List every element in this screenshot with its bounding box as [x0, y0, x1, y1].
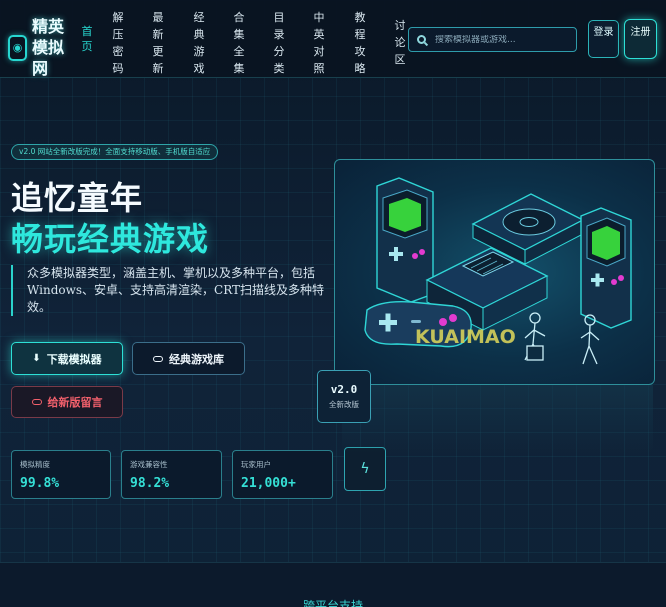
nav-item-classic[interactable]: 经典游戏 — [192, 9, 206, 77]
nav-item-tutorials[interactable]: 教程攻略 — [353, 9, 367, 77]
search-icon — [417, 35, 426, 44]
nav-item-forum[interactable]: 讨论区 — [393, 17, 407, 68]
leave-message-button[interactable]: 给新版留言 — [11, 386, 123, 418]
handheld-console-left — [376, 177, 434, 303]
gamepad-icon — [153, 355, 163, 362]
library-label: 经典游戏库 — [169, 352, 224, 366]
kuaimao-watermark: KUAIMAO — [415, 326, 516, 348]
player-figures — [524, 312, 600, 365]
download-icon: ⬇ — [32, 353, 41, 364]
watermark-text: KUAIMAO — [415, 326, 516, 348]
message-label: 给新版留言 — [47, 396, 103, 409]
handheld-console-right — [580, 207, 632, 329]
hero-image-reflection — [342, 385, 653, 453]
logo-text: 精英模拟网 — [32, 17, 65, 78]
top-navbar: ◉ 精英模拟网 首页 解压密码 最新更新 经典游戏 合集全集 目录分类 中英对照… — [0, 0, 666, 78]
gamepad-icon — [31, 399, 42, 405]
nav-item-bilingual[interactable]: 中英对照 — [312, 9, 326, 77]
stat-value: 98.2% — [130, 476, 170, 491]
stat-value: 21,000+ — [241, 476, 296, 491]
nav-item-password[interactable]: 解压密码 — [111, 9, 125, 77]
gamepad-icon: ◉ — [8, 34, 27, 61]
version-number: v2.0 — [330, 383, 358, 396]
search-input[interactable] — [435, 34, 575, 45]
stat-label: 模拟精度 — [20, 460, 50, 469]
version-label: 全新改版 — [329, 400, 359, 409]
stat-card-compatibility: 游戏兼容性 98.2% — [121, 450, 222, 499]
stat-value: 99.8% — [20, 476, 60, 491]
search-box[interactable] — [408, 27, 577, 52]
nav-item-latest[interactable]: 最新更新 — [151, 9, 165, 77]
game-library-button[interactable]: 经典游戏库 — [132, 342, 245, 375]
retro-consoles-illustration: KUAIMAO — [364, 177, 632, 365]
announcement-badge: v2.0 网站全新改版完成！全面支持移动版、手机版自适应 — [11, 144, 219, 160]
nav-item-categories[interactable]: 目录分类 — [272, 9, 286, 77]
stat-label: 玩家用户 — [241, 460, 271, 469]
stat-label: 游戏兼容性 — [130, 460, 168, 469]
hero-title-line2: 畅玩经典游戏 — [11, 220, 210, 258]
nav-item-home[interactable]: 首页 — [80, 24, 94, 54]
hero-illustration: KUAIMAO — [334, 159, 655, 385]
cross-platform-section: 跨平台支持 — [0, 562, 666, 607]
login-button[interactable]: 登录 — [588, 20, 619, 58]
section-title: 跨平台支持 — [302, 599, 363, 607]
download-label: 下载模拟器 — [46, 352, 102, 366]
hero-title-line1: 追忆童年 — [11, 179, 144, 217]
version-badge: v2.0 全新改版 — [317, 370, 371, 423]
download-emulator-button[interactable]: ⬇ 下载模拟器 — [11, 342, 123, 375]
stat-card-accuracy: 模拟精度 99.8% — [11, 450, 111, 499]
nav-item-collections[interactable]: 合集全集 — [232, 9, 246, 77]
register-button[interactable]: 注册 — [624, 19, 657, 59]
lightning-icon[interactable]: ϟ — [344, 447, 386, 491]
site-logo[interactable]: ◉ 精英模拟网 — [8, 16, 78, 79]
hero-description: 众多模拟器类型，涵盖主机、掌机以及多种平台，包括Windows、安卓、支持高清渲… — [11, 265, 327, 316]
stat-card-users: 玩家用户 21,000+ — [232, 450, 333, 499]
